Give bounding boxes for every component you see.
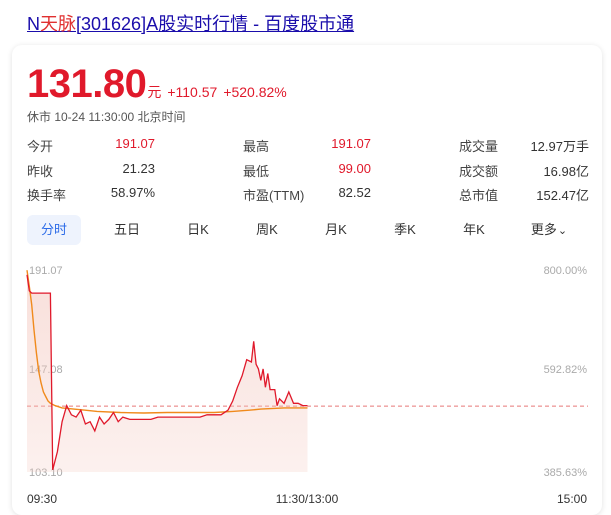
stat-label: 今开 [27, 139, 54, 154]
price-row: 131.80元 +110.57 +520.82% [27, 62, 287, 107]
x-tick-label: 15:00 [557, 492, 587, 506]
tab-intraday[interactable]: 分时 [27, 215, 81, 245]
x-tick-label: 11:30/13:00 [276, 492, 339, 506]
price-change: +110.57 [167, 84, 218, 100]
stat-high: 最高 191.07 [243, 136, 371, 154]
stat-value: 99.00 [338, 161, 371, 176]
price-unit: 元 [147, 84, 162, 100]
chart-period-tabs: 分时 五日 日K 周K 月K 季K 年K 更多⌄ [27, 215, 587, 245]
title-suffix: [301626]A股实时行情 - 百度股市通 [76, 14, 355, 34]
stat-market-cap: 总市值 152.47亿 [459, 185, 589, 203]
stat-label: 最低 [243, 164, 270, 179]
market-status: 休市 10-24 11:30:00 北京时间 [27, 110, 186, 124]
stat-label: 成交量 [459, 139, 499, 154]
stat-label: 昨收 [27, 164, 54, 179]
stat-value: 152.47亿 [536, 188, 589, 203]
title-prefix: N [27, 14, 40, 34]
x-tick-label: 09:30 [27, 492, 57, 506]
price-change-pct: +520.82% [223, 84, 287, 100]
tab-more-label: 更多 [530, 222, 557, 237]
stat-value: 12.97万手 [530, 139, 589, 154]
y-right-tick-label: 385.63% [544, 467, 588, 479]
current-price: 131.80 [27, 62, 147, 106]
y-right-tick-label: 592.82% [544, 364, 588, 376]
stat-turnover-amount: 成交额 16.98亿 [459, 161, 589, 179]
stat-prev-close: 昨收 21.23 [27, 161, 155, 179]
stat-low: 最低 99.00 [243, 161, 371, 179]
stat-label: 市盈(TTM) [243, 188, 305, 203]
y-right-tick-label: 800.00% [544, 265, 588, 277]
stat-value: 191.07 [331, 136, 371, 151]
stat-volume: 成交量 12.97万手 [459, 136, 589, 154]
tab-five-day[interactable]: 五日 [102, 215, 152, 245]
page-title-link[interactable]: N天脉[301626]A股实时行情 - 百度股市通 [27, 10, 354, 36]
stat-value: 16.98亿 [543, 164, 589, 179]
stat-open: 今开 191.07 [27, 136, 155, 154]
stat-turnover-rate: 换手率 58.97% [27, 185, 155, 203]
tab-weekly-k[interactable]: 周K [242, 215, 292, 245]
stat-label: 总市值 [459, 188, 499, 203]
stat-label: 成交额 [459, 164, 499, 179]
stat-value: 21.23 [122, 161, 155, 176]
tab-more[interactable]: 更多⌄ [521, 215, 577, 245]
stat-label: 换手率 [27, 188, 67, 203]
tab-quarterly-k[interactable]: 季K [380, 215, 430, 245]
stat-value: 191.07 [115, 136, 155, 151]
tab-yearly-k[interactable]: 年K [449, 215, 499, 245]
title-highlight: 天脉 [40, 14, 76, 34]
stat-label: 最高 [243, 139, 270, 154]
stat-pe-ttm: 市盈(TTM) 82.52 [243, 185, 371, 203]
y-left-tick-label: 191.07 [29, 265, 63, 277]
tab-daily-k[interactable]: 日K [173, 215, 223, 245]
tab-monthly-k[interactable]: 月K [311, 215, 361, 245]
stat-value: 82.52 [338, 185, 371, 200]
stat-value: 58.97% [110, 185, 155, 200]
chevron-down-icon: ⌄ [557, 225, 568, 237]
